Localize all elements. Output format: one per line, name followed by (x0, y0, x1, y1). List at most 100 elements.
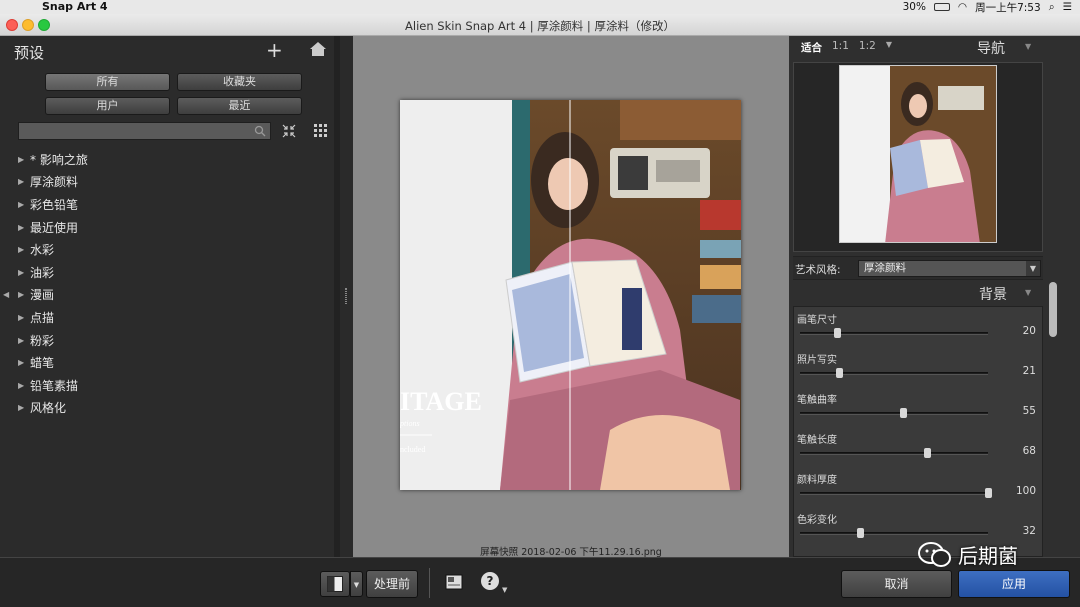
category-item[interactable]: ▶ 彩色铅笔 (18, 193, 318, 216)
photo-text-small: ptions (400, 419, 420, 428)
disclosure-triangle-icon[interactable]: ▶ (18, 381, 30, 390)
category-item[interactable]: ▶ 蜡笔 (18, 351, 318, 374)
disclosure-triangle-icon[interactable]: ▶ (18, 336, 30, 345)
background-section-title[interactable]: 背景 (979, 284, 1007, 304)
category-label: 蜡笔 (30, 356, 55, 371)
zoom-1-1-tab[interactable]: 1:1 (832, 40, 849, 55)
category-label: 粉彩 (30, 333, 55, 348)
navigator-thumbnail[interactable] (839, 65, 997, 243)
navigator-collapse-icon[interactable]: ▼ (1025, 42, 1031, 51)
category-item[interactable]: ▶ 点描 (18, 306, 318, 329)
param-value[interactable]: 55 (1023, 405, 1036, 417)
param-label: 笔触曲率 (797, 395, 837, 406)
zoom-dropdown-icon[interactable]: ▼ (886, 40, 892, 55)
category-label: * 影响之旅 (30, 152, 88, 167)
param-value[interactable]: 32 (1023, 525, 1036, 537)
help-dropdown-icon[interactable]: ▼ (502, 586, 507, 594)
param-brush-size: 画笔尺寸 20 (794, 309, 1042, 349)
slider-track[interactable] (800, 412, 988, 415)
zoom-fit-tab[interactable]: 适合 (801, 40, 822, 55)
list-icon[interactable]: ☰ (1063, 1, 1072, 13)
before-button[interactable]: 处理前 (366, 570, 418, 598)
disclosure-triangle-icon[interactable]: ▶ (18, 223, 30, 232)
disclosure-triangle-icon[interactable]: ▶ (18, 245, 30, 254)
photo-text-big: ITAGE (400, 387, 482, 416)
param-stroke-length: 笔触长度 68 (794, 429, 1042, 469)
chevron-down-icon[interactable]: ▼ (1026, 261, 1040, 276)
param-photo-realism: 照片写实 21 (794, 349, 1042, 389)
filter-all-button[interactable]: 所有 (45, 73, 170, 91)
collapse-icon[interactable] (282, 124, 296, 138)
category-item[interactable]: ▶ 厚涂颜料 (18, 171, 318, 194)
slider-knob[interactable] (899, 408, 907, 418)
cancel-button[interactable]: 取消 (841, 570, 952, 598)
battery-percent[interactable]: 30% (903, 1, 926, 13)
disclosure-triangle-icon[interactable]: ▶ (18, 268, 30, 277)
collapse-left-panel-icon[interactable]: ◀ (3, 290, 9, 299)
slider-knob[interactable] (924, 448, 932, 458)
category-label: 厚涂颜料 (30, 175, 79, 190)
home-icon[interactable] (310, 42, 326, 56)
category-item[interactable]: ▶ 水彩 (18, 238, 318, 261)
battery-icon[interactable] (933, 3, 950, 11)
preview-photo-artwork: ITAGE ptions ncluded (400, 100, 741, 490)
slider-knob[interactable] (834, 328, 842, 338)
param-value[interactable]: 20 (1023, 325, 1036, 337)
slider-knob[interactable] (835, 368, 843, 378)
zoom-1-2-tab[interactable]: 1:2 (859, 40, 876, 55)
splitter-grip-icon[interactable] (345, 288, 347, 304)
param-value[interactable]: 21 (1023, 365, 1036, 377)
filter-recent-button[interactable]: 最近 (177, 97, 302, 115)
category-item[interactable]: ▶ 漫画 (18, 284, 318, 307)
param-value[interactable]: 68 (1023, 445, 1036, 457)
disclosure-triangle-icon[interactable]: ▶ (18, 358, 30, 367)
art-style-label: 艺术风格: (795, 264, 841, 276)
slider-knob[interactable] (856, 528, 864, 538)
category-label: 油彩 (30, 265, 55, 280)
filter-user-button[interactable]: 用户 (45, 97, 170, 115)
wifi-icon[interactable]: ◠ (958, 1, 967, 13)
slider-track[interactable] (800, 452, 988, 455)
category-item[interactable]: ▶ 油彩 (18, 261, 318, 284)
category-item[interactable]: ▶ 粉彩 (18, 329, 318, 352)
category-item[interactable]: ▶ 铅笔素描 (18, 374, 318, 397)
category-item[interactable]: ▶ 风格化 (18, 397, 318, 420)
help-icon[interactable]: ? (481, 572, 499, 590)
slider-track[interactable] (800, 492, 988, 495)
preset-search-input[interactable] (18, 122, 271, 140)
preview-image[interactable]: ITAGE ptions ncluded (400, 100, 741, 490)
split-view-dropdown[interactable]: ▼ (350, 571, 363, 597)
param-label: 画笔尺寸 (797, 315, 837, 326)
category-label: 风格化 (30, 401, 67, 416)
filter-favorites-button[interactable]: 收藏夹 (177, 73, 302, 91)
search-icon[interactable]: ⌕ (1049, 1, 1055, 14)
art-style-select[interactable]: 厚涂颜料 ▼ (858, 260, 1041, 277)
category-item[interactable]: ▶ * 影响之旅 (18, 148, 318, 171)
clock[interactable]: 周一上午7:53 (975, 0, 1041, 15)
add-preset-icon[interactable]: + (266, 40, 283, 60)
slider-knob[interactable] (984, 488, 992, 498)
disclosure-triangle-icon[interactable]: ▶ (18, 403, 30, 412)
disclosure-triangle-icon[interactable]: ▶ (18, 290, 30, 299)
app-menu[interactable]: Snap Art 4 (42, 0, 108, 13)
panel-splitter[interactable] (340, 36, 353, 557)
art-style-row: 艺术风格: 厚涂颜料 ▼ (793, 256, 1043, 280)
disclosure-triangle-icon[interactable]: ▶ (18, 177, 30, 186)
disclosure-triangle-icon[interactable]: ▶ (18, 313, 30, 322)
settings-scrollbar[interactable] (1049, 282, 1057, 337)
slider-track[interactable] (800, 532, 988, 535)
grid-view-icon[interactable] (314, 124, 328, 138)
category-label: 点描 (30, 310, 55, 325)
param-value[interactable]: 100 (1016, 485, 1036, 497)
disclosure-triangle-icon[interactable]: ▶ (18, 200, 30, 209)
category-item[interactable]: ▶ 最近使用 (18, 216, 318, 239)
slider-track[interactable] (800, 332, 988, 335)
background-collapse-icon[interactable]: ▼ (1025, 288, 1031, 297)
wechat-icon (918, 541, 951, 567)
apply-button[interactable]: 应用 (958, 570, 1070, 598)
slider-track[interactable] (800, 372, 988, 375)
image-info-icon[interactable] (445, 574, 463, 590)
split-view-button[interactable] (320, 571, 350, 597)
disclosure-triangle-icon[interactable]: ▶ (18, 155, 30, 164)
photo-text-included: ncluded (400, 445, 425, 454)
